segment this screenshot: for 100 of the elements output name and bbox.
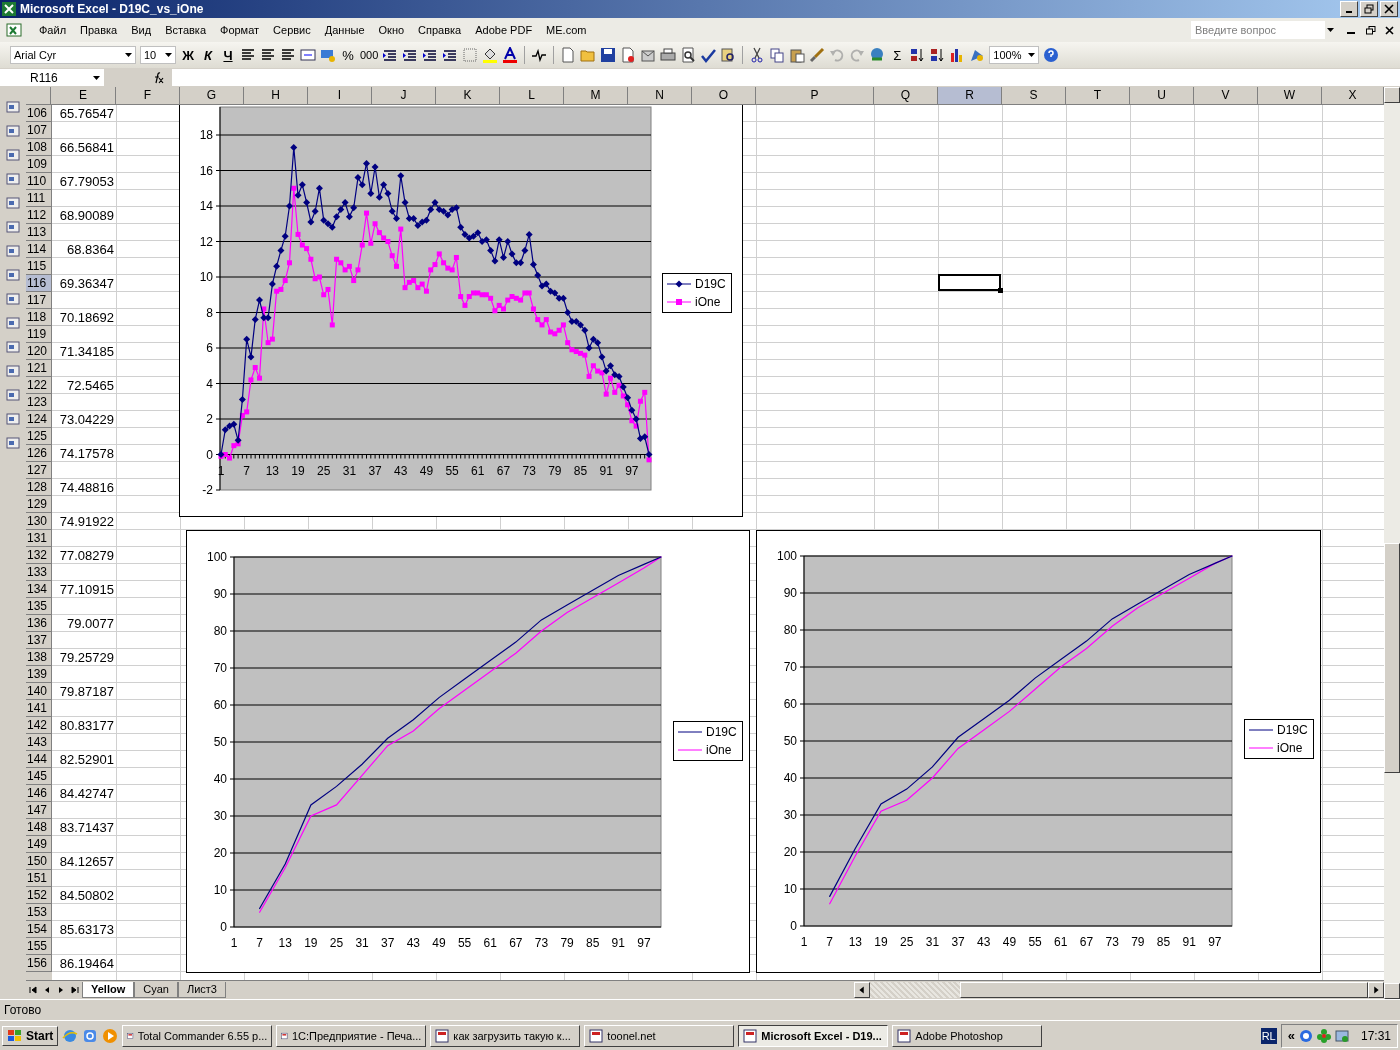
- row-header[interactable]: 152: [26, 887, 52, 904]
- sheet-tab[interactable]: Yellow: [82, 982, 135, 998]
- font-dropdown[interactable]: Arial Cyr: [10, 46, 136, 64]
- name-box[interactable]: R116: [0, 69, 104, 86]
- menu-item[interactable]: Справка: [411, 24, 469, 36]
- taskbar-button[interactable]: toonel.net: [584, 1024, 735, 1047]
- row-header[interactable]: 151: [26, 870, 52, 887]
- row-header[interactable]: 123: [26, 394, 52, 411]
- column-header[interactable]: J: [372, 87, 436, 104]
- row-header[interactable]: 146: [26, 785, 52, 802]
- row-header[interactable]: 131: [26, 530, 52, 547]
- row-header[interactable]: 144: [26, 751, 52, 768]
- column-header[interactable]: N: [628, 87, 692, 104]
- column-header[interactable]: S: [1002, 87, 1066, 104]
- language-indicator[interactable]: RL: [1260, 1027, 1277, 1044]
- chart-legend[interactable]: D19C iOne: [673, 721, 743, 761]
- chart-area[interactable]: 0 10 20 30 40 50 60 70 80 90 100 1 7 13 19 25 31 37 43 49 55 61 67 73 79 85 91 97 D19C iOne: [756, 530, 1321, 973]
- menu-item[interactable]: Формат: [213, 24, 267, 36]
- row-header[interactable]: 143: [26, 734, 52, 751]
- row-header[interactable]: 132: [26, 547, 52, 564]
- column-header[interactable]: K: [436, 87, 500, 104]
- row-header[interactable]: 119: [26, 326, 52, 343]
- menu-item[interactable]: Вид: [124, 24, 159, 36]
- row-header[interactable]: 156: [26, 955, 52, 972]
- sheet-tab[interactable]: Лист3: [177, 982, 226, 998]
- column-header[interactable]: H: [244, 87, 308, 104]
- help-search-field[interactable]: Введите вопрос: [1191, 21, 1325, 39]
- thousands-button[interactable]: 000: [360, 49, 379, 61]
- taskbar-button[interactable]: как загрузить такую к...: [430, 1024, 581, 1047]
- italic-button[interactable]: К: [200, 47, 216, 63]
- column-header[interactable]: W: [1258, 87, 1322, 104]
- row-header[interactable]: 140: [26, 683, 52, 700]
- row-header[interactable]: 135: [26, 598, 52, 615]
- zoom-dropdown[interactable]: 100%: [989, 46, 1040, 64]
- column-header[interactable]: G: [180, 87, 244, 104]
- column-header[interactable]: U: [1130, 87, 1194, 104]
- row-header[interactable]: 121: [26, 360, 52, 377]
- row-header[interactable]: 112: [26, 207, 52, 224]
- row-header[interactable]: 141: [26, 700, 52, 717]
- row-header[interactable]: 120: [26, 343, 52, 360]
- row-header[interactable]: 150: [26, 853, 52, 870]
- row-header[interactable]: 107: [26, 122, 52, 139]
- row-header[interactable]: 127: [26, 462, 52, 479]
- row-header[interactable]: 134: [26, 581, 52, 598]
- sheet-tab[interactable]: Cyan: [134, 982, 178, 998]
- menu-item[interactable]: Окно: [371, 24, 412, 36]
- row-header[interactable]: 145: [26, 768, 52, 785]
- row-header[interactable]: 110: [26, 173, 52, 190]
- row-header[interactable]: 137: [26, 632, 52, 649]
- start-button[interactable]: Start: [2, 1025, 59, 1046]
- row-header[interactable]: 109: [26, 156, 52, 173]
- column-header[interactable]: V: [1194, 87, 1258, 104]
- underline-button[interactable]: Ч: [220, 47, 236, 63]
- menu-item[interactable]: Сервис: [266, 24, 318, 36]
- taskbar-button[interactable]: Adobe Photoshop: [892, 1024, 1043, 1047]
- row-header[interactable]: 122: [26, 377, 52, 394]
- bold-button[interactable]: Ж: [180, 47, 196, 63]
- menu-item[interactable]: Файл: [32, 24, 74, 36]
- column-header[interactable]: T: [1066, 87, 1130, 104]
- percent-button[interactable]: %: [340, 47, 356, 63]
- menu-item[interactable]: Данные: [317, 24, 372, 36]
- row-header[interactable]: 147: [26, 802, 52, 819]
- menu-item[interactable]: ME.com: [539, 24, 594, 36]
- menu-item[interactable]: Вставка: [158, 24, 213, 36]
- chart-legend[interactable]: D19C iOne: [662, 273, 732, 313]
- row-header[interactable]: 106: [26, 105, 52, 122]
- row-header[interactable]: 118: [26, 309, 52, 326]
- row-header[interactable]: 116: [26, 275, 52, 292]
- row-header[interactable]: 125: [26, 428, 52, 445]
- row-header[interactable]: 128: [26, 479, 52, 496]
- column-header[interactable]: L: [500, 87, 564, 104]
- taskbar-button[interactable]: Total Commander 6.55 p...: [122, 1024, 273, 1047]
- column-header[interactable]: O: [692, 87, 756, 104]
- row-header[interactable]: 149: [26, 836, 52, 853]
- column-header[interactable]: P: [756, 87, 874, 104]
- autosum-button[interactable]: Σ: [889, 47, 906, 63]
- row-header[interactable]: 124: [26, 411, 52, 428]
- row-header[interactable]: 129: [26, 496, 52, 513]
- row-header[interactable]: 148: [26, 819, 52, 836]
- column-header[interactable]: M: [564, 87, 628, 104]
- row-header[interactable]: 136: [26, 615, 52, 632]
- font-size-dropdown[interactable]: 10: [140, 46, 176, 64]
- menu-item[interactable]: Adobe PDF: [468, 24, 540, 36]
- row-header[interactable]: 142: [26, 717, 52, 734]
- row-header[interactable]: 130: [26, 513, 52, 530]
- taskbar-button[interactable]: Microsoft Excel - D19...: [738, 1024, 889, 1047]
- row-header[interactable]: 139: [26, 666, 52, 683]
- row-header[interactable]: 117: [26, 292, 52, 309]
- column-header[interactable]: E: [51, 87, 116, 104]
- menu-item[interactable]: Правка: [73, 24, 125, 36]
- column-header[interactable]: R: [938, 87, 1002, 104]
- taskbar-button[interactable]: 1С:Предприятие - Печа...: [276, 1024, 427, 1047]
- chart-legend[interactable]: D19C iOne: [1244, 719, 1314, 759]
- row-header[interactable]: 113: [26, 224, 52, 241]
- row-header[interactable]: 154: [26, 921, 52, 938]
- show-hidden-icons-button[interactable]: «: [1287, 1028, 1295, 1043]
- row-header[interactable]: 155: [26, 938, 52, 955]
- row-header[interactable]: 133: [26, 564, 52, 581]
- row-header[interactable]: 108: [26, 139, 52, 156]
- row-header[interactable]: 114: [26, 241, 52, 258]
